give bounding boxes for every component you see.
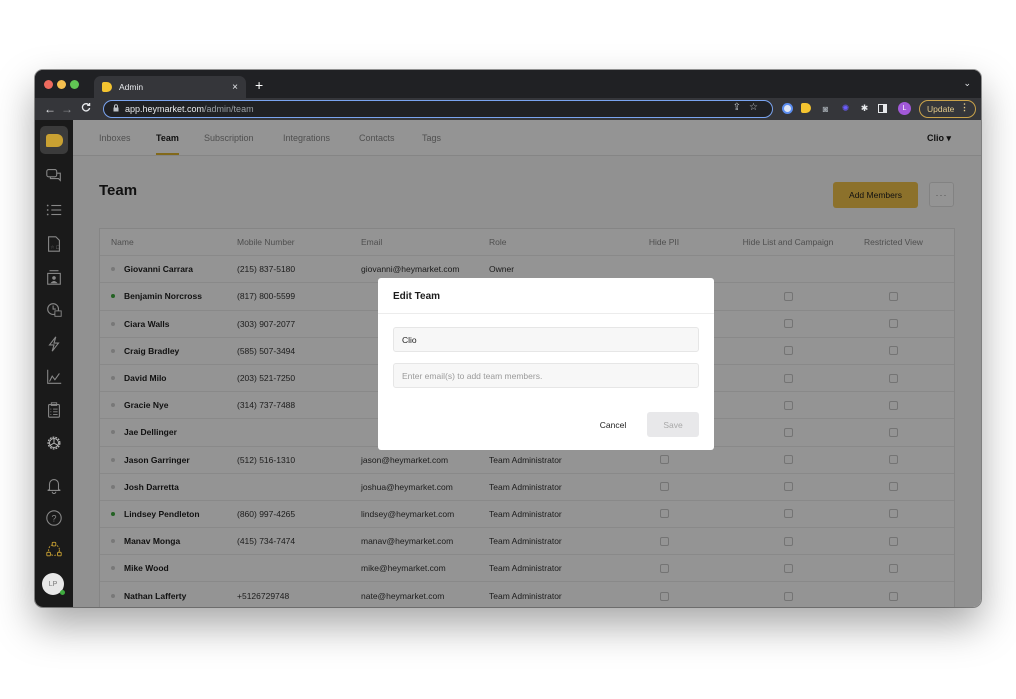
- notifications-icon[interactable]: [44, 475, 64, 495]
- heymarket-extension-icon[interactable]: [801, 103, 811, 113]
- settings-icon[interactable]: [44, 433, 64, 453]
- side-panel-icon[interactable]: [878, 104, 887, 113]
- update-label: Update: [927, 104, 955, 114]
- heymarket-logo[interactable]: [40, 126, 68, 154]
- tab-title: Admin: [119, 82, 144, 92]
- reports-icon[interactable]: [44, 367, 64, 387]
- new-tab-button[interactable]: +: [255, 76, 263, 94]
- help-icon[interactable]: ?: [44, 508, 64, 528]
- surveys-icon[interactable]: [44, 400, 64, 420]
- svg-text:?: ?: [51, 514, 56, 524]
- teams-icon[interactable]: [44, 540, 64, 560]
- heymarket-favicon-icon: [102, 82, 112, 92]
- modal-header: Edit Team: [378, 278, 714, 314]
- browser-tab-admin[interactable]: Admin ×: [94, 76, 246, 98]
- maximize-window-button[interactable]: [70, 80, 79, 89]
- reload-button[interactable]: [81, 101, 91, 117]
- minimize-window-button[interactable]: [57, 80, 66, 89]
- address-bar[interactable]: app.heymarket.com/admin/team ⇪☆: [103, 100, 773, 118]
- edit-team-modal: Edit Team Cancel Save: [378, 278, 714, 450]
- modal-title: Edit Team: [393, 291, 441, 302]
- sparkle-extension-icon[interactable]: ✺: [840, 103, 851, 114]
- svg-text:☆ ▢: ☆ ▢: [50, 245, 60, 250]
- online-status-dot: [60, 590, 65, 595]
- back-button[interactable]: ←: [44, 101, 56, 117]
- update-button[interactable]: Update ⋮: [919, 100, 976, 118]
- url-host: app.heymarket.com: [125, 104, 205, 114]
- bookmark-star-icon[interactable]: ☆: [749, 102, 766, 113]
- cancel-button[interactable]: Cancel: [588, 412, 638, 437]
- tab-bar: Admin × + ⌄: [35, 70, 981, 98]
- save-button[interactable]: Save: [647, 412, 699, 437]
- main-content: Inboxes Team Subscription Integrations C…: [73, 120, 981, 607]
- scheduled-icon[interactable]: [44, 300, 64, 320]
- lock-icon: [113, 104, 119, 114]
- grammar-extension-icon[interactable]: [782, 103, 793, 114]
- team-emails-input[interactable]: [393, 363, 699, 388]
- heymarket-app: ☆ ▢ ? LP Inboxes Team Subscription Integ…: [35, 120, 981, 607]
- profile-avatar[interactable]: L: [898, 102, 911, 115]
- share-icon[interactable]: ⇪: [733, 102, 749, 113]
- forward-button[interactable]: →: [61, 101, 73, 117]
- conversations-icon[interactable]: [44, 165, 64, 185]
- contacts-icon[interactable]: [44, 267, 64, 287]
- browser-window: Admin × + ⌄ ← → app.heymarket.com/admin/…: [35, 70, 981, 607]
- close-tab-icon[interactable]: ×: [232, 82, 238, 93]
- close-window-button[interactable]: [44, 80, 53, 89]
- team-name-input[interactable]: [393, 327, 699, 352]
- automations-icon[interactable]: [44, 334, 64, 354]
- reload-icon: [81, 103, 91, 112]
- url-path: /admin/team: [204, 104, 254, 114]
- logo-bubble-icon: [45, 133, 63, 147]
- camera-extension-icon[interactable]: ◙: [820, 103, 831, 114]
- browser-toolbar: ← → app.heymarket.com/admin/team ⇪☆ ◙ ✺ …: [35, 98, 981, 120]
- tab-search-chevron-icon[interactable]: ⌄: [963, 78, 971, 89]
- templates-icon[interactable]: ☆ ▢: [44, 234, 64, 254]
- puzzle-extensions-icon[interactable]: ✱: [859, 103, 870, 114]
- browser-menu-icon[interactable]: ⋮: [960, 102, 969, 113]
- lists-icon[interactable]: [44, 200, 64, 220]
- sidebar: ☆ ▢ ? LP: [35, 120, 73, 607]
